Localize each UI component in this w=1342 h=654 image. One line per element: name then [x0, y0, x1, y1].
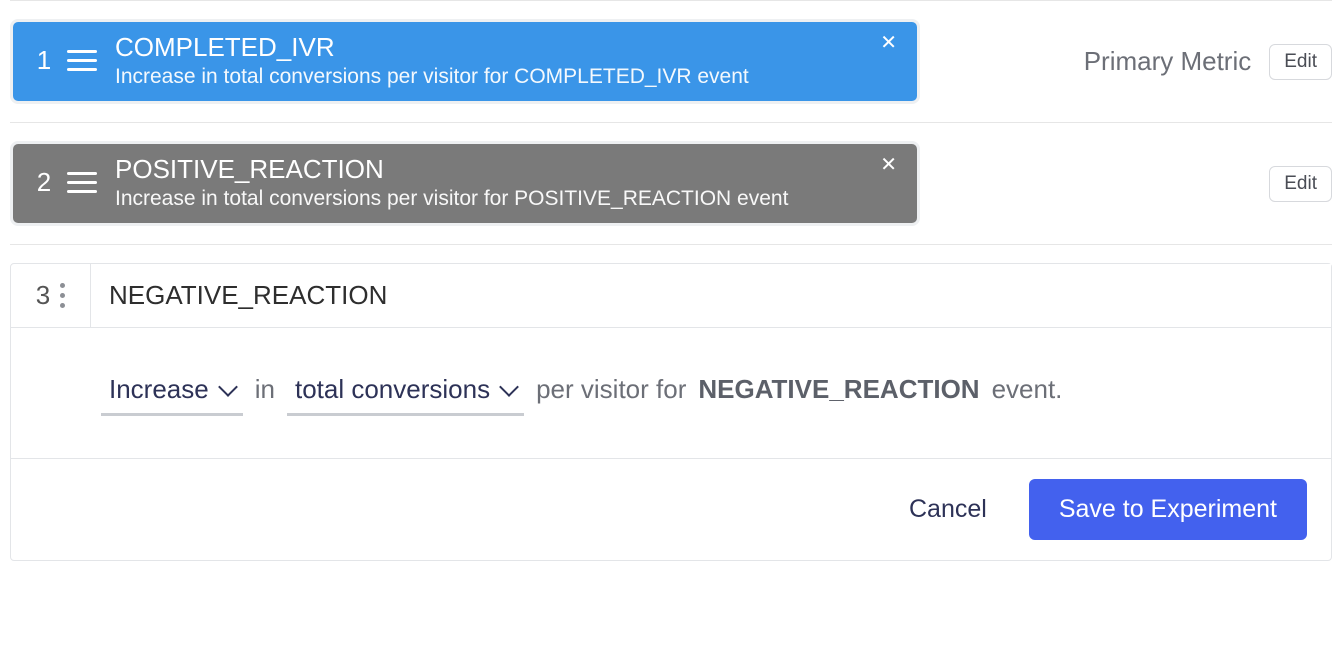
close-icon[interactable]: ✕ [874, 32, 903, 54]
drag-handle-icon[interactable] [67, 172, 97, 193]
text-in: in [255, 374, 275, 405]
primary-metric-label: Primary Metric [1084, 46, 1252, 77]
divider [10, 244, 1332, 245]
metric-title: COMPLETED_IVR [115, 32, 899, 63]
editor-footer: Cancel Save to Experiment [11, 458, 1331, 560]
metric-row-2: 2 POSITIVE_REACTION Increase in total co… [10, 123, 1332, 244]
metric-number: 1 [31, 45, 57, 76]
metric-editor: 3 Increase in total conversions per visi… [10, 263, 1332, 561]
editor-header: 3 [11, 264, 1331, 327]
direction-select[interactable]: Increase [101, 370, 243, 416]
event-name: NEGATIVE_REACTION [698, 374, 979, 405]
close-icon[interactable]: ✕ [874, 154, 903, 176]
measure-value: total conversions [295, 374, 490, 405]
cancel-button[interactable]: Cancel [903, 494, 993, 525]
direction-value: Increase [109, 374, 209, 405]
metric-number: 2 [31, 167, 57, 198]
chevron-down-icon [499, 377, 519, 397]
drag-handle-icon[interactable] [67, 50, 97, 71]
edit-button[interactable]: Edit [1269, 166, 1332, 202]
metric-card-completed-ivr[interactable]: 1 COMPLETED_IVR Increase in total conver… [10, 19, 920, 104]
metric-title: POSITIVE_REACTION [115, 154, 899, 185]
metric-name-input[interactable] [91, 264, 1331, 327]
metric-subtitle: Increase in total conversions per visito… [115, 187, 899, 211]
editor-number: 3 [36, 280, 50, 311]
edit-button[interactable]: Edit [1269, 44, 1332, 80]
metric-subtitle: Increase in total conversions per visito… [115, 65, 899, 89]
editor-number-cell: 3 [11, 264, 91, 327]
metric-card-positive-reaction[interactable]: 2 POSITIVE_REACTION Increase in total co… [10, 141, 920, 226]
more-icon[interactable] [60, 283, 65, 308]
text-per: per visitor for [536, 374, 686, 405]
measure-select[interactable]: total conversions [287, 370, 524, 416]
save-button[interactable]: Save to Experiment [1029, 479, 1307, 540]
editor-body: Increase in total conversions per visito… [11, 327, 1331, 458]
metric-row-1: 1 COMPLETED_IVR Increase in total conver… [10, 1, 1332, 122]
chevron-down-icon [218, 377, 238, 397]
text-event: event. [992, 374, 1063, 405]
